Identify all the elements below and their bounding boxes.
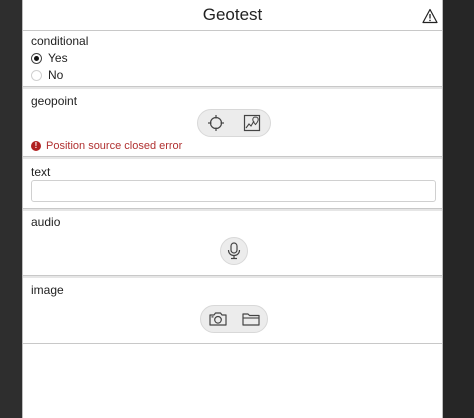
radio-option-no[interactable]: No <box>31 67 63 83</box>
image-question: image <box>23 278 442 344</box>
radio-option-yes[interactable]: Yes <box>31 50 68 66</box>
microphone-icon <box>227 242 241 260</box>
audio-question: audio <box>23 211 442 276</box>
right-backdrop <box>443 0 474 418</box>
left-backdrop <box>0 0 22 418</box>
crosshair-icon[interactable] <box>207 114 225 132</box>
camera-icon[interactable] <box>208 310 228 328</box>
image-buttons <box>200 305 268 333</box>
form-panel: Geotest conditional Yes No geopoint ! Po… <box>22 0 443 418</box>
text-input[interactable] <box>31 180 436 202</box>
image-label: image <box>31 283 64 297</box>
geopoint-error-text: Position source closed error <box>46 140 183 152</box>
geopoint-label: geopoint <box>31 94 78 108</box>
conditional-question: conditional Yes No <box>23 31 442 87</box>
conditional-label: conditional <box>31 34 89 48</box>
text-label: text <box>31 165 51 179</box>
geopoint-question: geopoint ! Position source closed error <box>23 89 442 157</box>
geopoint-buttons <box>197 109 271 137</box>
record-audio-button[interactable] <box>220 237 248 265</box>
error-icon: ! <box>31 141 41 151</box>
radio-label-no: No <box>48 68 64 82</box>
folder-icon[interactable] <box>241 310 261 328</box>
radio-button-no[interactable] <box>31 69 42 81</box>
warning-triangle-icon[interactable] <box>422 8 438 24</box>
form-title: Geotest <box>202 5 263 24</box>
radio-button-yes[interactable] <box>31 52 42 64</box>
audio-label: audio <box>31 215 61 229</box>
map-pin-icon[interactable] <box>243 114 261 132</box>
radio-label-yes: Yes <box>48 51 68 65</box>
form-header: Geotest <box>23 0 442 31</box>
geopoint-error: ! Position source closed error <box>31 140 182 152</box>
